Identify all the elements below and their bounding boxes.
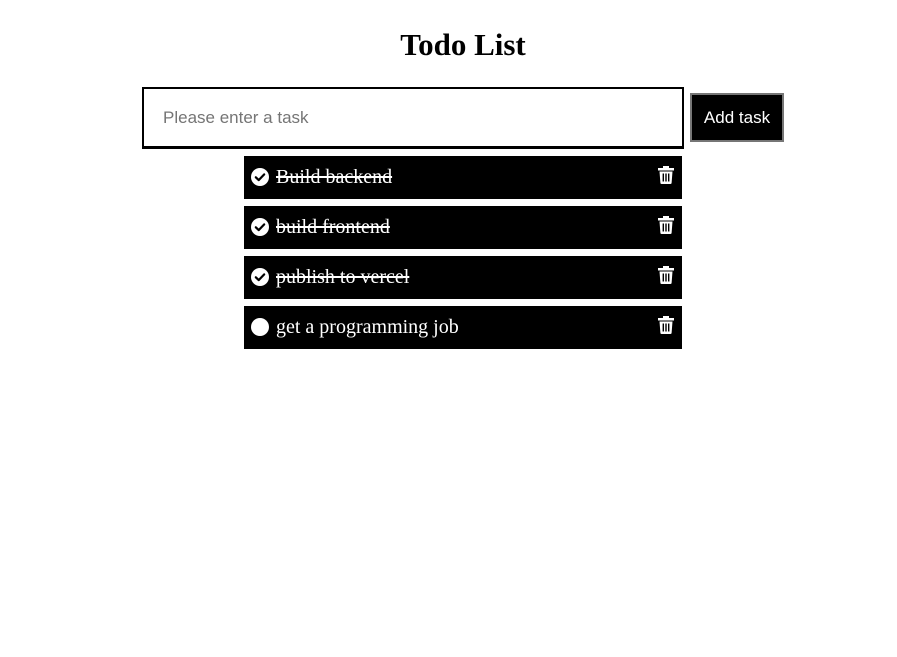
task-input[interactable] <box>142 87 684 149</box>
todo-text: publish to vercel <box>276 266 410 288</box>
todo-text: Build backend <box>276 166 393 188</box>
trash-icon[interactable] <box>658 266 674 284</box>
todo-item: build frontend <box>244 206 682 249</box>
todo-text: build frontend <box>276 216 390 238</box>
add-task-button[interactable]: Add task <box>690 93 784 142</box>
check-circle-icon[interactable] <box>251 268 269 286</box>
page-title: Todo List <box>400 27 526 62</box>
trash-icon[interactable] <box>658 166 674 184</box>
check-circle-icon[interactable] <box>251 168 269 186</box>
todo-item: publish to vercel <box>244 256 682 299</box>
todo-item: Build backend <box>244 156 682 199</box>
empty-circle-icon[interactable] <box>251 318 269 336</box>
todo-item: get a programming job <box>244 306 682 349</box>
todo-list: Build backend build frontend publish to … <box>244 156 682 356</box>
trash-icon[interactable] <box>658 216 674 234</box>
check-circle-icon[interactable] <box>251 218 269 236</box>
todo-text: get a programming job <box>276 316 459 338</box>
trash-icon[interactable] <box>658 316 674 334</box>
